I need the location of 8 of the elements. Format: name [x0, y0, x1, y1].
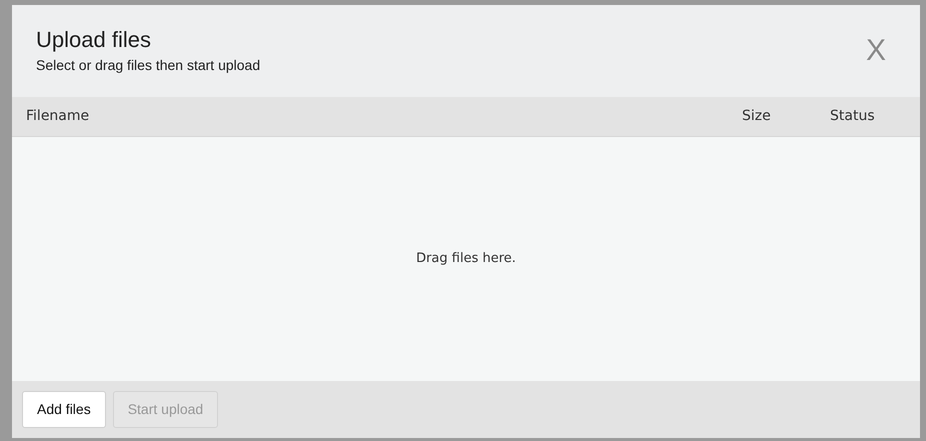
dialog-subtitle: Select or drag files then start upload: [36, 56, 260, 76]
close-button[interactable]: X: [866, 35, 886, 67]
add-files-button[interactable]: Add files: [22, 391, 106, 428]
drop-zone-hint: Drag files here.: [416, 250, 516, 268]
column-header: Status: [830, 108, 875, 124]
column-header: Filename: [26, 108, 90, 124]
column-header: Size: [742, 108, 771, 124]
dialog-title: Upload files: [36, 27, 152, 54]
